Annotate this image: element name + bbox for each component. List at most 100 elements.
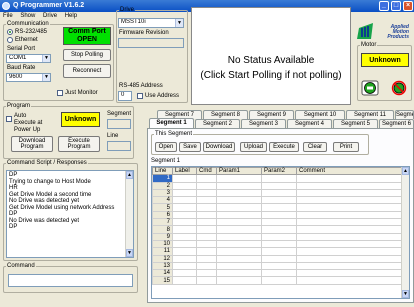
column-header-param1[interactable]: Param1 [216, 167, 262, 176]
grid-cell[interactable] [216, 269, 262, 278]
table-row[interactable]: 6 [152, 210, 403, 220]
grid-cell[interactable] [296, 196, 403, 205]
tab-segment-12[interactable]: Segment 12 [395, 110, 414, 119]
grid-cell[interactable] [261, 232, 297, 241]
download-button[interactable]: Download [203, 142, 235, 152]
grid-cell[interactable] [196, 239, 217, 249]
menu-file[interactable]: File [3, 13, 13, 19]
grid-cell[interactable] [172, 247, 197, 256]
grid-cell[interactable] [196, 247, 217, 256]
grid-cell[interactable] [296, 276, 403, 285]
grid-cell[interactable] [261, 239, 297, 249]
motor-enable-icon[interactable] [361, 80, 379, 96]
grid-cell[interactable] [196, 225, 217, 234]
motor-disable-icon[interactable] [390, 80, 408, 96]
grid-cell[interactable] [196, 218, 217, 227]
tab-segment-9[interactable]: Segment 9 [249, 110, 294, 119]
command-input[interactable] [8, 274, 133, 287]
grid-cell[interactable] [196, 269, 217, 278]
close-button[interactable]: × [403, 1, 413, 11]
grid-cell[interactable] [296, 181, 403, 190]
grid-cell[interactable] [172, 276, 197, 285]
column-header-comment[interactable]: Comment [296, 167, 403, 176]
grid-cell[interactable] [216, 181, 262, 190]
grid-cell[interactable] [296, 210, 403, 220]
tab-segment-10[interactable]: Segment 10 [295, 110, 345, 119]
just-monitor-checkbox[interactable] [57, 90, 63, 96]
tab-segment-5[interactable]: Segment 5 [333, 119, 378, 128]
table-row[interactable]: 4 [152, 196, 403, 205]
grid-cell[interactable] [296, 269, 403, 278]
column-header-line[interactable]: Line [152, 167, 173, 176]
segment-grid[interactable]: Line Label Cmd Param1 Param2 Comment 123… [151, 166, 410, 299]
reconnect-button[interactable]: Reconnect [63, 64, 111, 78]
scroll-up-icon[interactable]: ▲ [402, 167, 409, 175]
scroll-down-icon[interactable]: ▼ [126, 249, 133, 257]
column-header-cmd[interactable]: Cmd [196, 167, 217, 176]
grid-cell[interactable] [261, 188, 297, 198]
download-program-button[interactable]: Download Program [11, 136, 53, 152]
grid-cell[interactable] [216, 276, 262, 285]
table-row[interactable]: 11 [152, 247, 403, 256]
grid-cell[interactable] [172, 174, 197, 183]
grid-cell[interactable] [172, 196, 197, 205]
grid-cell[interactable] [261, 218, 297, 227]
table-row[interactable]: 1 [152, 174, 403, 183]
grid-cell[interactable] [172, 269, 197, 278]
clear-button[interactable]: Clear [303, 142, 327, 152]
grid-cell[interactable] [296, 254, 403, 263]
grid-cell[interactable] [172, 203, 197, 212]
grid-cell[interactable] [296, 203, 403, 212]
serial-port-select[interactable]: COM1 ▼ [6, 54, 51, 63]
table-row[interactable]: 8 [152, 225, 403, 234]
stop-polling-button[interactable]: Stop Polling [63, 49, 111, 61]
maximize-button[interactable]: □ [391, 1, 401, 11]
grid-cell[interactable] [296, 247, 403, 256]
grid-cell[interactable] [216, 225, 262, 234]
rs485-address-field[interactable]: 0 [118, 91, 132, 101]
grid-cell[interactable] [296, 174, 403, 183]
grid-cell[interactable] [196, 203, 217, 212]
grid-cell[interactable] [216, 188, 262, 198]
grid-cell[interactable] [216, 232, 262, 241]
grid-cell[interactable] [172, 254, 197, 263]
grid-cell[interactable] [216, 247, 262, 256]
grid-cell[interactable] [216, 203, 262, 212]
grid-cell[interactable] [216, 174, 262, 183]
print-button[interactable]: Print [333, 142, 359, 152]
auto-execute-checkbox[interactable] [6, 116, 12, 122]
table-row[interactable]: 13 [152, 261, 403, 271]
grid-cell[interactable] [296, 225, 403, 234]
grid-cell[interactable] [196, 232, 217, 241]
grid-cell[interactable] [196, 276, 217, 285]
scroll-down-icon[interactable]: ▼ [402, 290, 409, 298]
grid-cell[interactable] [216, 261, 262, 271]
table-row[interactable]: 9 [152, 232, 403, 241]
grid-cell[interactable] [261, 203, 297, 212]
grid-cell[interactable] [261, 247, 297, 256]
grid-cell[interactable] [296, 261, 403, 271]
grid-cell[interactable] [216, 210, 262, 220]
grid-cell[interactable] [196, 196, 217, 205]
open-button[interactable]: Open [155, 142, 177, 152]
grid-cell[interactable] [261, 210, 297, 220]
grid-cell[interactable] [261, 269, 297, 278]
grid-cell[interactable] [172, 232, 197, 241]
tab-segment-8[interactable]: Segment 8 [203, 110, 248, 119]
tab-segment-2[interactable]: Segment 2 [195, 119, 240, 128]
table-row[interactable]: 2 [152, 181, 403, 190]
grid-scrollbar[interactable]: ▲ ▼ [401, 167, 409, 298]
grid-cell[interactable] [261, 276, 297, 285]
grid-cell[interactable] [296, 188, 403, 198]
tab-segment-1[interactable]: Segment 1 [149, 118, 194, 128]
grid-cell[interactable] [196, 210, 217, 220]
table-row[interactable]: 12 [152, 254, 403, 263]
grid-cell[interactable] [261, 181, 297, 190]
grid-cell[interactable] [196, 174, 217, 183]
grid-cell[interactable] [196, 254, 217, 263]
grid-cell[interactable] [172, 225, 197, 234]
menu-show[interactable]: Show [20, 13, 35, 19]
grid-cell[interactable] [172, 261, 197, 271]
drive-model-select[interactable]: MSST10i ▼ [118, 18, 184, 28]
column-header-label[interactable]: Label [172, 167, 197, 176]
